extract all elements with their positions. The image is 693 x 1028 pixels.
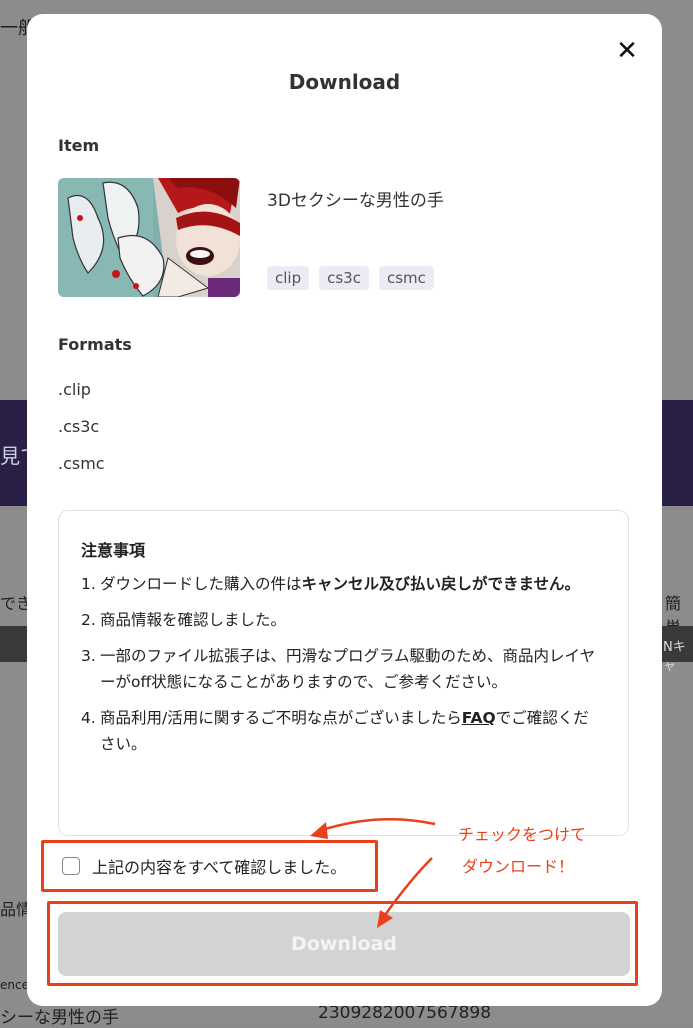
annotation-arrows [310,817,436,928]
